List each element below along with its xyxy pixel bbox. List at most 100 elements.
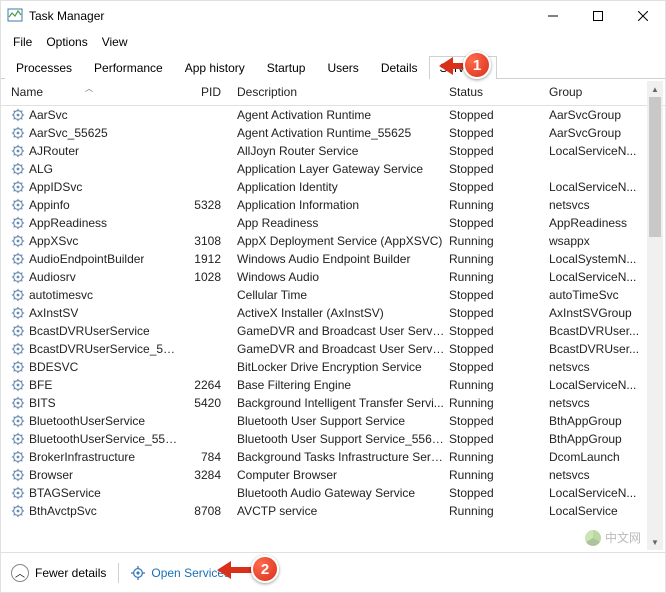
titlebar[interactable]: Task Manager: [1, 1, 665, 31]
gear-icon: [11, 324, 25, 338]
service-name: AxInstSV: [29, 306, 78, 320]
table-row[interactable]: BcastDVRUserService_55625GameDVR and Bro…: [1, 340, 665, 358]
scroll-down-icon[interactable]: ▼: [647, 534, 663, 550]
tab-details[interactable]: Details: [370, 56, 429, 79]
gear-icon: [11, 180, 25, 194]
service-description: App Readiness: [237, 216, 445, 230]
footer: ︿ Fewer details Open Services: [1, 552, 665, 592]
table-row[interactable]: Appinfo5328Application InformationRunnin…: [1, 196, 665, 214]
table-row[interactable]: BrokerInfrastructure784Background Tasks …: [1, 448, 665, 466]
header-description[interactable]: Description: [229, 85, 445, 99]
service-name: Browser: [29, 468, 73, 482]
tab-startup[interactable]: Startup: [256, 56, 317, 79]
service-pid: [179, 432, 229, 446]
service-status: Stopped: [445, 342, 545, 356]
fewer-details-button[interactable]: ︿ Fewer details: [11, 564, 106, 582]
header-pid[interactable]: PID: [179, 85, 229, 99]
gear-icon: [11, 396, 25, 410]
service-status: Stopped: [445, 108, 545, 122]
service-description: Bluetooth User Support Service_55625: [237, 432, 445, 446]
minimize-button[interactable]: [530, 1, 575, 31]
task-manager-icon: [7, 7, 23, 26]
table-row[interactable]: AarSvcAgent Activation RuntimeStoppedAar…: [1, 106, 665, 124]
service-description: Application Information: [237, 198, 445, 212]
gear-icon: [11, 144, 25, 158]
table-row[interactable]: AppReadinessApp ReadinessStoppedAppReadi…: [1, 214, 665, 232]
watermark: 中文网: [585, 529, 641, 546]
service-name: BITS: [29, 396, 56, 410]
service-status: Stopped: [445, 432, 545, 446]
service-description: Computer Browser: [237, 468, 445, 482]
service-status: Running: [445, 378, 545, 392]
header-name[interactable]: Name︿: [1, 85, 179, 99]
table-row[interactable]: ALGApplication Layer Gateway ServiceStop…: [1, 160, 665, 178]
table-row[interactable]: Browser3284Computer BrowserRunningnetsvc…: [1, 466, 665, 484]
table-row[interactable]: AJRouterAllJoyn Router ServiceStoppedLoc…: [1, 142, 665, 160]
service-pid: [179, 288, 229, 302]
service-description: Application Identity: [237, 180, 445, 194]
table-row[interactable]: BDESVCBitLocker Drive Encryption Service…: [1, 358, 665, 376]
gear-icon: [11, 270, 25, 284]
table-row[interactable]: BthAvctpSvc8708AVCTP serviceRunningLocal…: [1, 502, 665, 520]
maximize-button[interactable]: [575, 1, 620, 31]
service-pid: 3284: [179, 468, 229, 482]
service-pid: [179, 306, 229, 320]
scroll-thumb[interactable]: [649, 97, 661, 237]
tab-performance[interactable]: Performance: [83, 56, 174, 79]
tab-users[interactable]: Users: [316, 56, 369, 79]
service-name: Appinfo: [29, 198, 70, 212]
service-status: Running: [445, 234, 545, 248]
service-name: ALG: [29, 162, 53, 176]
tabbar: Processes Performance App history Startu…: [1, 55, 665, 79]
menubar: File Options View: [1, 31, 665, 55]
tab-app-history[interactable]: App history: [174, 56, 256, 79]
service-status: Stopped: [445, 216, 545, 230]
header-status[interactable]: Status: [445, 85, 545, 99]
service-description: Cellular Time: [237, 288, 445, 302]
callout-1: 1: [463, 51, 491, 79]
table-row[interactable]: BITS5420Background Intelligent Transfer …: [1, 394, 665, 412]
scroll-up-icon[interactable]: ▲: [647, 81, 663, 97]
scrollbar[interactable]: ▲ ▼: [647, 81, 663, 550]
open-services-button[interactable]: Open Services: [131, 566, 230, 580]
gear-icon: [11, 486, 25, 500]
close-button[interactable]: [620, 1, 665, 31]
table-row[interactable]: AarSvc_55625Agent Activation Runtime_556…: [1, 124, 665, 142]
gear-icon: [11, 234, 25, 248]
service-description: GameDVR and Broadcast User Servic...: [237, 342, 445, 356]
table-row[interactable]: AudioEndpointBuilder1912Windows Audio En…: [1, 250, 665, 268]
service-list: AarSvcAgent Activation RuntimeStoppedAar…: [1, 106, 665, 520]
service-status: Stopped: [445, 306, 545, 320]
service-description: Agent Activation Runtime: [237, 108, 445, 122]
gear-icon: [11, 126, 25, 140]
service-description: AllJoyn Router Service: [237, 144, 445, 158]
table-row[interactable]: BcastDVRUserServiceGameDVR and Broadcast…: [1, 322, 665, 340]
table-row[interactable]: BFE2264Base Filtering EngineRunningLocal…: [1, 376, 665, 394]
menu-file[interactable]: File: [7, 33, 38, 51]
table-row[interactable]: BluetoothUserService_55625Bluetooth User…: [1, 430, 665, 448]
table-row[interactable]: autotimesvcCellular TimeStoppedautoTimeS…: [1, 286, 665, 304]
chevron-up-icon: ︿: [11, 564, 29, 582]
service-pid: 1028: [179, 270, 229, 284]
table-row[interactable]: BluetoothUserServiceBluetooth User Suppo…: [1, 412, 665, 430]
callout-2: 2: [251, 555, 279, 583]
service-status: Stopped: [445, 162, 545, 176]
service-description: BitLocker Drive Encryption Service: [237, 360, 445, 374]
service-pid: 5420: [179, 396, 229, 410]
service-pid: 784: [179, 450, 229, 464]
service-pid: [179, 414, 229, 428]
table-row[interactable]: AxInstSVActiveX Installer (AxInstSV)Stop…: [1, 304, 665, 322]
table-row[interactable]: AppIDSvcApplication IdentityStoppedLocal…: [1, 178, 665, 196]
sort-ascending-icon: ︿: [85, 83, 93, 94]
table-row[interactable]: BTAGServiceBluetooth Audio Gateway Servi…: [1, 484, 665, 502]
service-status: Stopped: [445, 324, 545, 338]
gear-icon: [11, 108, 25, 122]
service-pid: [179, 126, 229, 140]
menu-view[interactable]: View: [96, 33, 134, 51]
service-pid: [179, 162, 229, 176]
table-row[interactable]: Audiosrv1028Windows AudioRunningLocalSer…: [1, 268, 665, 286]
menu-options[interactable]: Options: [40, 33, 93, 51]
service-name: AppIDSvc: [29, 180, 82, 194]
tab-processes[interactable]: Processes: [5, 56, 83, 79]
table-row[interactable]: AppXSvc3108AppX Deployment Service (AppX…: [1, 232, 665, 250]
